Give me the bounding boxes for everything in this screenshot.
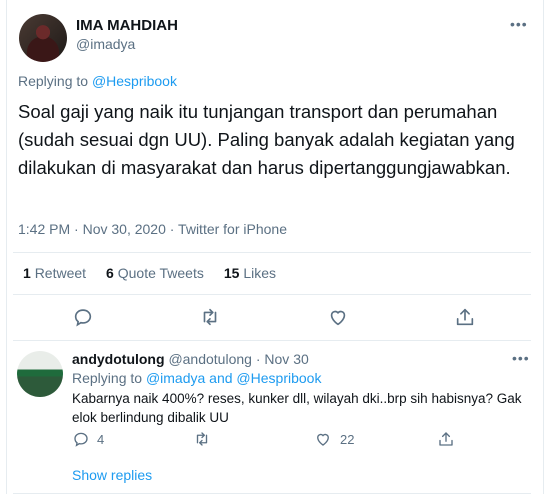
reply-header: andydotulong @andotulong · Nov 30 bbox=[72, 351, 309, 367]
tweet-text: Soal gaji yang naik itu tunjangan transp… bbox=[18, 101, 515, 178]
retweet-icon[interactable] bbox=[193, 430, 211, 448]
like-icon[interactable] bbox=[327, 306, 349, 328]
replying-handle-link[interactable]: @Hespribook bbox=[236, 370, 321, 386]
retweets-stat[interactable]: 1 Retweet bbox=[23, 265, 86, 281]
reply-text: Kabarnya naik 400%? reses, kunker dll, w… bbox=[72, 391, 522, 425]
more-options-icon[interactable]: ••• bbox=[512, 350, 530, 366]
avatar[interactable] bbox=[19, 14, 67, 62]
share-icon[interactable] bbox=[437, 430, 455, 448]
replying-handle-link[interactable]: @imadya bbox=[146, 370, 205, 386]
likes-label: Likes bbox=[243, 265, 277, 281]
show-replies-link[interactable]: Show replies bbox=[72, 467, 152, 483]
retweets-label: Retweet bbox=[34, 265, 87, 281]
like-count: 22 bbox=[340, 432, 355, 447]
share-icon[interactable] bbox=[454, 306, 476, 328]
retweets-count: 1 bbox=[23, 265, 31, 281]
tweet-actions bbox=[0, 306, 550, 330]
likes-stat[interactable]: 15 Likes bbox=[224, 265, 276, 281]
separator: · bbox=[255, 351, 261, 367]
replying-prefix: Replying to bbox=[18, 73, 89, 89]
reply-actions: 4 22 bbox=[0, 430, 550, 450]
quotes-count: 6 bbox=[106, 265, 114, 281]
tweet-meta[interactable]: 1:42 PM · Nov 30, 2020 · Twitter for iPh… bbox=[18, 221, 287, 237]
likes-count: 15 bbox=[223, 265, 240, 281]
reply-icon[interactable] bbox=[72, 430, 90, 448]
reply-handle[interactable]: @andotulong bbox=[168, 351, 252, 367]
display-name[interactable]: IMA MAHDIAH bbox=[76, 17, 178, 34]
replying-to: Replying to @imadya and @Hespribook bbox=[72, 370, 321, 386]
avatar[interactable] bbox=[17, 351, 63, 397]
reply-icon[interactable] bbox=[72, 306, 94, 328]
like-icon[interactable] bbox=[314, 430, 332, 448]
divider bbox=[13, 340, 531, 341]
replying-to: Replying to @Hespribook bbox=[18, 73, 177, 89]
more-options-icon[interactable]: ••• bbox=[510, 16, 528, 32]
divider bbox=[13, 252, 531, 253]
tweet-stats: 1 Retweet 6 Quote Tweets 15 Likes bbox=[23, 265, 276, 281]
quote-tweets-stat[interactable]: 6 Quote Tweets bbox=[106, 265, 204, 281]
divider bbox=[13, 294, 531, 295]
reply-date[interactable]: Nov 30 bbox=[264, 351, 308, 367]
quotes-label: Quote Tweets bbox=[117, 265, 204, 281]
user-handle[interactable]: @imadya bbox=[76, 36, 135, 52]
replying-prefix: Replying to bbox=[72, 370, 143, 386]
retweet-icon[interactable] bbox=[199, 306, 221, 328]
reply-display-name[interactable]: andydotulong bbox=[72, 351, 165, 367]
reply-count: 4 bbox=[97, 432, 105, 447]
replying-handle-link[interactable]: @Hespribook bbox=[92, 73, 177, 89]
replying-and: and bbox=[209, 370, 233, 386]
